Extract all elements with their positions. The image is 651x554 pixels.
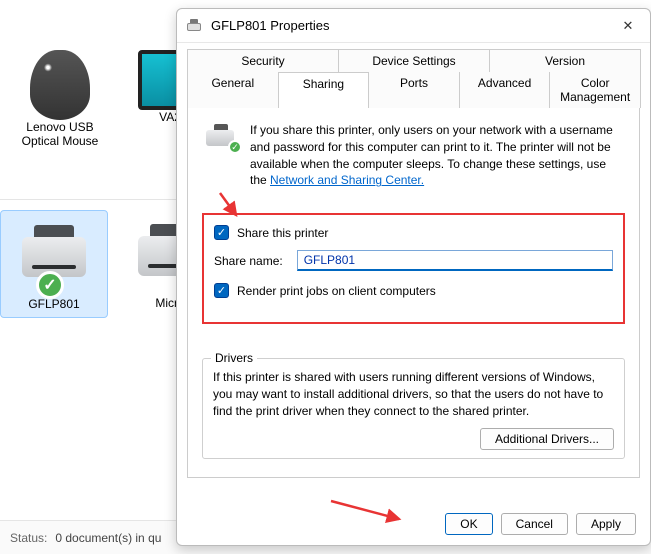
tab-general[interactable]: General — [187, 72, 279, 108]
share-settings-highlight: ✓ Share this printer Share name: ✓ Rende… — [202, 213, 625, 324]
apply-button[interactable]: Apply — [576, 513, 636, 535]
close-button[interactable]: ✕ — [614, 15, 642, 37]
titlebar[interactable]: GFLP801 Properties ✕ — [177, 9, 650, 43]
dialog-button-row: OK Cancel Apply — [177, 503, 650, 545]
mouse-icon — [30, 50, 90, 120]
printer-device-gflp801[interactable]: ✓ GFLP801 — [0, 210, 108, 318]
additional-drivers-button[interactable]: Additional Drivers... — [480, 428, 614, 450]
annotation-arrow-icon — [216, 191, 246, 221]
share-name-input[interactable] — [297, 250, 613, 271]
render-client-checkbox[interactable]: ✓ — [214, 283, 229, 298]
share-this-printer-row[interactable]: ✓ Share this printer — [214, 225, 613, 240]
tabs-row-2: General Sharing Ports Advanced Color Man… — [187, 72, 640, 108]
cancel-button[interactable]: Cancel — [501, 513, 568, 535]
tab-color-management[interactable]: Color Management — [549, 72, 641, 108]
status-label: Status: — [10, 531, 47, 545]
tabs-row-1: Security Device Settings Version — [187, 49, 640, 72]
render-client-label: Render print jobs on client computers — [237, 284, 436, 298]
status-text: 0 document(s) in qu — [55, 531, 161, 545]
tab-sharing[interactable]: Sharing — [278, 72, 370, 108]
ok-button[interactable]: OK — [445, 513, 492, 535]
share-name-label: Share name: — [214, 254, 283, 268]
tab-device-settings[interactable]: Device Settings — [338, 49, 490, 72]
sharing-info-text: If you share this printer, only users on… — [250, 122, 625, 189]
network-sharing-center-link[interactable]: Network and Sharing Center. — [270, 173, 424, 187]
device-label: Lenovo USB Optical Mouse — [10, 120, 110, 148]
printer-icon: ✓ — [14, 217, 94, 297]
annotation-arrow-icon — [327, 497, 407, 527]
tab-content-sharing: ✓ If you share this printer, only users … — [187, 108, 640, 478]
share-this-printer-label: Share this printer — [237, 226, 328, 240]
dialog-title: GFLP801 Properties — [211, 18, 330, 33]
tab-ports[interactable]: Ports — [368, 72, 460, 108]
drivers-legend: Drivers — [211, 350, 257, 367]
drivers-text: If this printer is shared with users run… — [213, 369, 614, 419]
printer-small-icon — [185, 17, 203, 35]
printer-label: GFLP801 — [28, 297, 79, 311]
share-this-printer-checkbox[interactable]: ✓ — [214, 225, 229, 240]
render-client-row[interactable]: ✓ Render print jobs on client computers — [214, 283, 613, 298]
status-ok-icon: ✓ — [36, 271, 64, 299]
device-mouse[interactable]: Lenovo USB Optical Mouse — [10, 50, 110, 148]
tab-security[interactable]: Security — [187, 49, 339, 72]
tab-version[interactable]: Version — [489, 49, 641, 72]
printer-properties-dialog: GFLP801 Properties ✕ Security Device Set… — [176, 8, 651, 546]
printer-shared-icon: ✓ — [202, 122, 240, 152]
drivers-group: Drivers If this printer is shared with u… — [202, 358, 625, 458]
tab-advanced[interactable]: Advanced — [459, 72, 551, 108]
